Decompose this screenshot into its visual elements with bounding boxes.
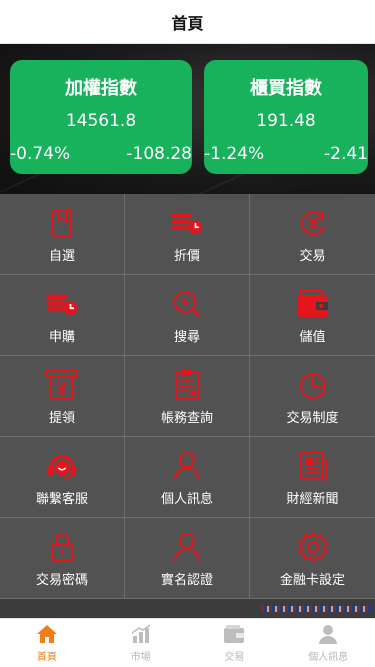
menu-item-label: 申購 [48, 330, 75, 345]
card-value: 191.48 [256, 111, 316, 131]
card-point-change: -108.28 [126, 144, 192, 164]
top-nav-bar: 首頁 [0, 0, 375, 44]
gear-icon [296, 530, 330, 564]
search-icon [170, 287, 204, 321]
menu-item-label: 折價 [173, 249, 200, 264]
menu-item-trading-password[interactable]: 交易密碼 [0, 518, 125, 599]
tab-label: 首頁 [36, 652, 57, 663]
menu-item-label: 交易 [299, 249, 326, 264]
menu-item-subscribe[interactable]: 申購 [0, 275, 125, 356]
bottom-tab-bar: 首頁 市場 交易 個人訊息 [0, 618, 375, 667]
yen-cycle-icon [296, 206, 330, 240]
menu-item-trading-rules[interactable]: 交易制度 [250, 356, 375, 437]
document-list-icon [170, 368, 204, 402]
menu-item-deposit[interactable]: 儲值 [250, 275, 375, 356]
menu-item-label: 搜尋 [173, 330, 200, 345]
menu-item-label: 交易制度 [286, 411, 339, 426]
menu-item-label: 提領 [48, 411, 75, 426]
bookmark-icon [45, 206, 79, 240]
wallet-icon [223, 623, 245, 645]
menu-item-identity-verification[interactable]: 實名認證 [125, 518, 250, 599]
menu-item-label: 實名認證 [160, 573, 213, 588]
card-percent-change: -0.74% [10, 144, 71, 164]
menu-item-watchlist[interactable]: 自選 [0, 194, 125, 275]
menu-item-account-inquiry[interactable]: 帳務查詢 [125, 356, 250, 437]
menu-item-label: 財經新聞 [286, 492, 339, 507]
menu-item-label: 帳務查詢 [160, 411, 213, 426]
otc-index-card[interactable]: 櫃買指數 191.48 -1.24% -2.41 [204, 60, 368, 174]
menu-item-financial-news[interactable]: 財經新聞 [250, 437, 375, 518]
menu-item-trade[interactable]: 交易 [250, 194, 375, 275]
tab-market[interactable]: 市場 [94, 619, 188, 667]
index-banner: 加權指數 14561.8 -0.74% -108.28 櫃買指數 191.48 … [0, 44, 375, 194]
menu-item-discount[interactable]: 折價 [125, 194, 250, 275]
menu-item-customer-service[interactable]: 聯繫客服 [0, 437, 125, 518]
pie-chart-icon [296, 368, 330, 402]
card-point-change: -2.41 [324, 144, 368, 164]
coins-clock-icon [45, 287, 79, 321]
card-value: 14561.8 [65, 111, 137, 131]
tab-label: 個人訊息 [308, 652, 349, 663]
home-icon [36, 623, 58, 645]
wallet-icon [296, 287, 330, 321]
bottom-banner-strip [0, 599, 375, 618]
headset-icon [45, 449, 79, 483]
tab-trade[interactable]: 交易 [188, 619, 282, 667]
menu-item-bank-card-settings[interactable]: 金融卡設定 [250, 518, 375, 599]
menu-item-label: 金融卡設定 [279, 573, 345, 588]
newspaper-icon [296, 449, 330, 483]
menu-item-label: 自選 [48, 249, 75, 264]
menu-item-label: 交易密碼 [35, 573, 88, 588]
tab-label: 交易 [224, 652, 245, 663]
menu-item-label: 聯繫客服 [35, 492, 88, 507]
menu-item-label: 個人訊息 [160, 492, 213, 507]
user-icon [170, 530, 204, 564]
atm-yen-icon [45, 368, 79, 402]
function-grid: 自選 折價 交易 申購 搜尋 儲值 提領 帳務查詢 交易制度 聯繫客服 個人訊息… [0, 194, 375, 599]
bar-chart-icon [130, 623, 152, 645]
coins-clock-icon [170, 206, 204, 240]
tab-label: 市場 [130, 652, 151, 663]
tab-personal-info[interactable]: 個人訊息 [281, 619, 375, 667]
page-title: 首頁 [171, 13, 204, 33]
lock-icon [45, 530, 79, 564]
user-icon [317, 623, 339, 645]
menu-item-search[interactable]: 搜尋 [125, 275, 250, 356]
card-title: 加權指數 [65, 78, 137, 99]
tab-home[interactable]: 首頁 [0, 619, 94, 667]
ticker-decoration [261, 606, 371, 612]
menu-item-withdraw[interactable]: 提領 [0, 356, 125, 437]
menu-item-label: 儲值 [299, 330, 326, 345]
menu-item-personal-info[interactable]: 個人訊息 [125, 437, 250, 518]
user-icon [170, 449, 204, 483]
card-percent-change: -1.24% [204, 144, 265, 164]
card-title: 櫃買指數 [250, 78, 322, 99]
taiex-index-card[interactable]: 加權指數 14561.8 -0.74% -108.28 [10, 60, 192, 174]
